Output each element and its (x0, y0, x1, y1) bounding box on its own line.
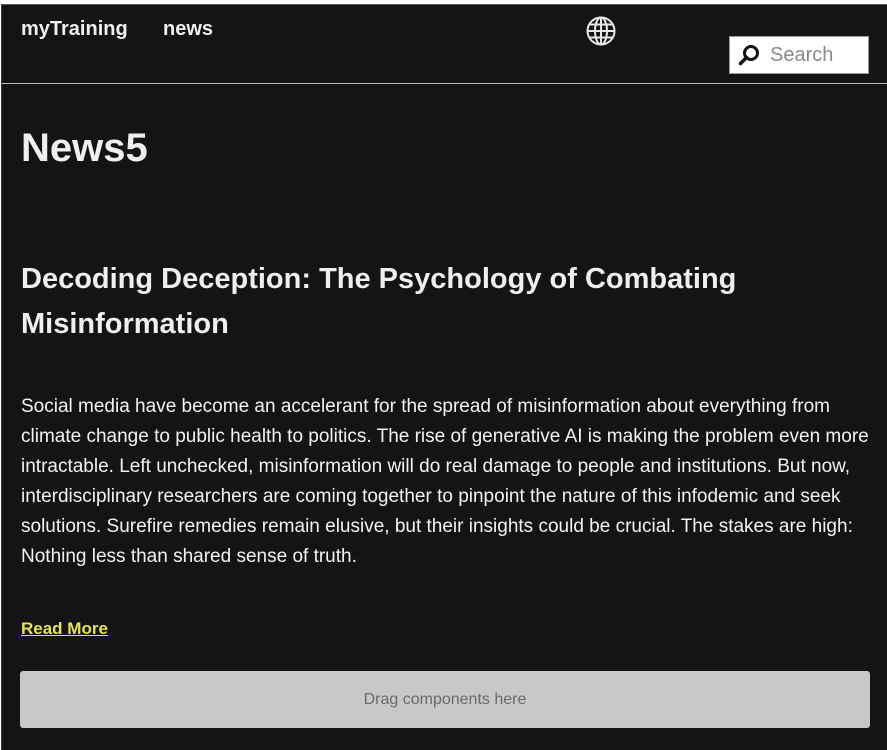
page-frame: myTraining news News5 Decoding Decep (1, 4, 887, 750)
search-box (729, 36, 869, 74)
search-icon[interactable] (738, 44, 760, 66)
dropzone-label: Drag components here (363, 690, 527, 708)
read-more-link[interactable]: Read More (21, 619, 108, 639)
globe-icon[interactable] (585, 15, 617, 47)
article-body: Social media have become an accelerant f… (21, 396, 869, 567)
nav-item-mytraining[interactable]: myTraining (21, 18, 128, 41)
search-input[interactable] (770, 41, 865, 69)
nav-item-news[interactable]: news (163, 18, 213, 41)
component-dropzone[interactable]: Drag components here (20, 671, 870, 728)
top-navigation-bar: myTraining news (2, 5, 887, 84)
article-title: Decoding Deception: The Psychology of Co… (21, 263, 737, 340)
page-title: News5 (21, 126, 148, 170)
